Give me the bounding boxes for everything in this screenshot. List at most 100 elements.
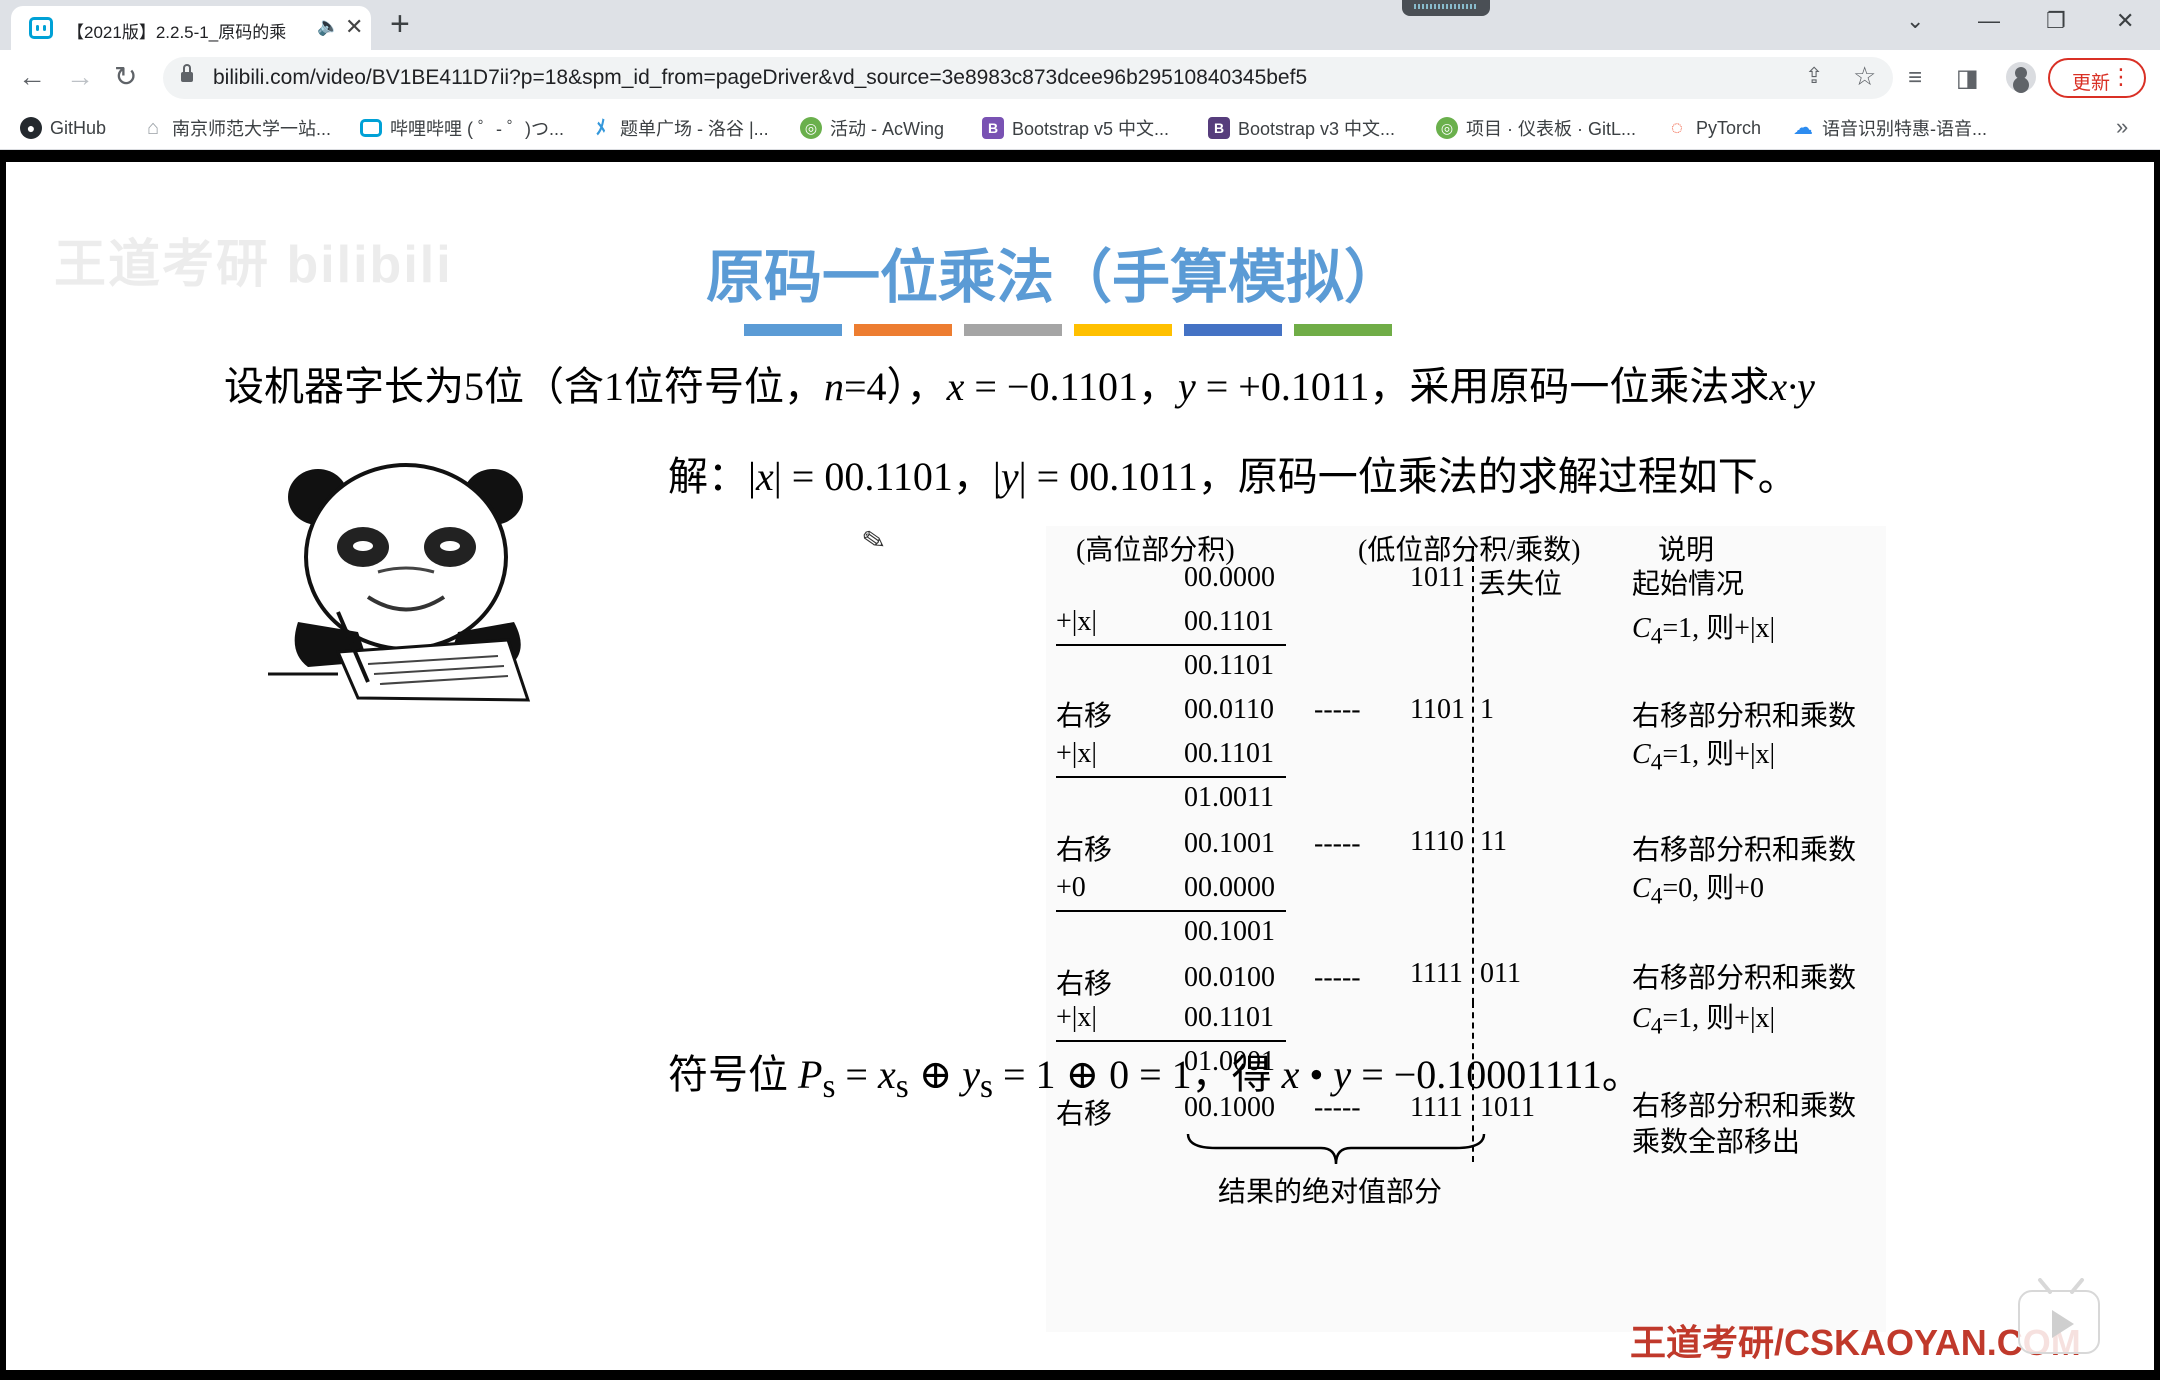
sum: 01.0011 [1184,782,1274,813]
text: 4 [1650,1013,1663,1040]
text: = [835,1052,878,1097]
sum-rule [1056,776,1286,778]
bootstrap-icon: B [982,117,1004,139]
var-x: x [756,454,774,499]
bookmark-label: 南京师范大学一站... [172,119,332,139]
back-arrow-icon[interactable]: ← [18,62,46,92]
init-low: 1011 [1410,562,1465,593]
note-all-out: 乘数全部移出 [1632,1127,1801,1158]
op-shift: 右移 [1056,701,1113,732]
play-button[interactable] [2018,1278,2100,1354]
text: =1, 则+|x| [1662,739,1776,770]
bookmark-luogu[interactable]: ﾒ 题单广场 - 洛谷 |... [590,115,769,141]
note-c1: C4=1, 则+|x| [1632,996,1775,1041]
bookmark-pytorch[interactable]: ◌ PyTorch [1666,115,1761,141]
op-add-x: +|x| [1056,606,1098,637]
bookmark-label: 项目 · 仪表板 · GitL... [1466,119,1637,139]
var-y: y [1177,364,1196,409]
text: =1, 则+|x| [1662,613,1776,644]
profile-avatar-icon[interactable] [2006,62,2036,92]
bookmark-bilibili[interactable]: 哔哩哔哩 ( ゜- ゜)つ... [360,115,564,141]
bookmark-njnu[interactable]: ⌂ 南京师范大学一站... [142,115,331,141]
close-tab-icon[interactable]: ✕ [345,14,363,40]
note-init: 起始情况 [1632,569,1745,600]
url-text[interactable]: bilibili.com/video/BV1BE411D7ii?p=18&spm… [213,66,1307,90]
result-brace [1186,1133,1486,1165]
op-add-zero: +0 [1056,872,1086,903]
bookmark-label: Bootstrap v5 中文... [1012,119,1170,139]
bookmark-acwing[interactable]: ◎ 活动 - AcWing [800,115,944,141]
addend: 00.1101 [1184,738,1274,769]
new-tab-button[interactable]: + [390,6,410,42]
sum-rule [1056,910,1286,912]
note-c1: C4=1, 则+|x| [1632,732,1775,777]
multiplication-table: (高位部分积) (低位部分积/乘数) 说明 00.0000 1011 丢失位 起… [1046,526,1886,1056]
dash-link: ----- [1314,962,1361,993]
media-indicator[interactable] [1402,0,1490,16]
var-n: n [824,364,844,409]
acwing-icon: ◎ [800,117,822,139]
tab-title: 【2021版】2.2.5-1_原码的乘 [67,23,287,42]
text: 设机器字长为5位（含1位符号位， [224,364,824,409]
more-bookmarks-icon[interactable]: » [2116,114,2128,140]
text: =0, 则+0 [1662,873,1764,904]
bookmark-github[interactable]: ● GitHub [20,115,106,141]
side-panel-icon[interactable]: ◨ [1956,64,1979,93]
text: s [895,1068,909,1105]
lecture-slide: 王道考研 bilibili 原码一位乘法（手算模拟） 设机器字长为5位（含1位符… [6,162,2154,1370]
bookmark-label: 活动 - AcWing [830,119,945,139]
restore-icon[interactable]: ❐ [2046,8,2066,34]
bootstrap-icon: B [1208,117,1230,139]
update-button[interactable]: 更新 ⋮ [2048,58,2146,98]
bookmark-bootstrap-v3[interactable]: B Bootstrap v3 中文... [1208,115,1395,141]
stripe [1184,324,1282,336]
title-color-stripes [744,324,1392,336]
sum: 00.1101 [1184,650,1274,681]
tab-search-chevron-icon[interactable]: ⌄ [1906,8,1924,34]
shifted-low: 1111 [1410,958,1463,989]
bookmark-label: 题单广场 - 洛谷 |... [620,119,769,139]
lost-bits: 11 [1480,826,1507,857]
media-control-icon[interactable]: ≡ [1908,64,1922,92]
address-bar[interactable]: bilibili.com/video/BV1BE411D7ii?p=18&spm… [163,57,1893,99]
bilibili-icon [360,119,382,137]
video-player[interactable]: 王道考研 bilibili 原码一位乘法（手算模拟） 设机器字长为5位（含1位符… [0,150,2160,1380]
pytorch-icon: ◌ [1671,117,1683,139]
var-P: P [798,1052,823,1097]
bookmark-label: 哔哩哔哩 ( ゜- ゜)つ... [390,119,564,139]
reload-icon[interactable]: ↻ [114,62,137,92]
bookmark-speech[interactable]: ☁ 语音识别特惠-语音... [1792,115,1987,141]
text: C [1632,873,1651,904]
op-shift: 右移 [1056,835,1113,866]
op-add-x: +|x| [1056,1002,1098,1033]
lock-icon[interactable] [181,64,193,84]
mute-audio-icon[interactable]: 🔈 [317,16,339,37]
close-window-icon[interactable]: ✕ [2116,8,2134,34]
dash-link: ----- [1314,828,1361,859]
pen-cursor-icon: ✎ [859,523,888,558]
op-add-x: +|x| [1056,738,1098,769]
forward-arrow-icon[interactable]: → [66,62,94,92]
bookmark-label: 语音识别特惠-语音... [1822,119,1987,139]
stripe [964,324,1062,336]
text: = −0.1101， [964,364,1178,409]
var-y: y [1333,1052,1352,1097]
home-icon: ⌂ [146,117,160,139]
more-menu-icon[interactable]: ⋮ [2110,64,2132,90]
bookmark-gitlab[interactable]: ◎ 项目 · 仪表板 · GitL... [1436,115,1636,141]
multiplier-divider [1472,556,1474,1024]
var-y: y [962,1052,981,1097]
browser-tab[interactable]: 【2021版】2.2.5-1_原码的乘 🔈 ✕ [11,6,371,50]
share-icon[interactable]: ⇪ [1805,63,1823,89]
stripe [744,324,842,336]
text: C [1632,613,1651,644]
bookmark-label: PyTorch [1696,117,1762,138]
bookmark-star-icon[interactable]: ☆ [1853,61,1876,92]
tab-strip: 【2021版】2.2.5-1_原码的乘 🔈 ✕ + ⌄ — ❐ ✕ [0,0,2160,50]
bookmark-bootstrap-v5[interactable]: B Bootstrap v5 中文... [982,115,1169,141]
minimize-icon[interactable]: — [1978,8,2000,34]
text: | = 00.1101，| [773,454,1001,499]
var-x: x [1281,1052,1300,1097]
problem-statement: 设机器字长为5位（含1位符号位，n=4），x = −0.1101，y = +0.… [224,354,1815,412]
stripe [854,324,952,336]
